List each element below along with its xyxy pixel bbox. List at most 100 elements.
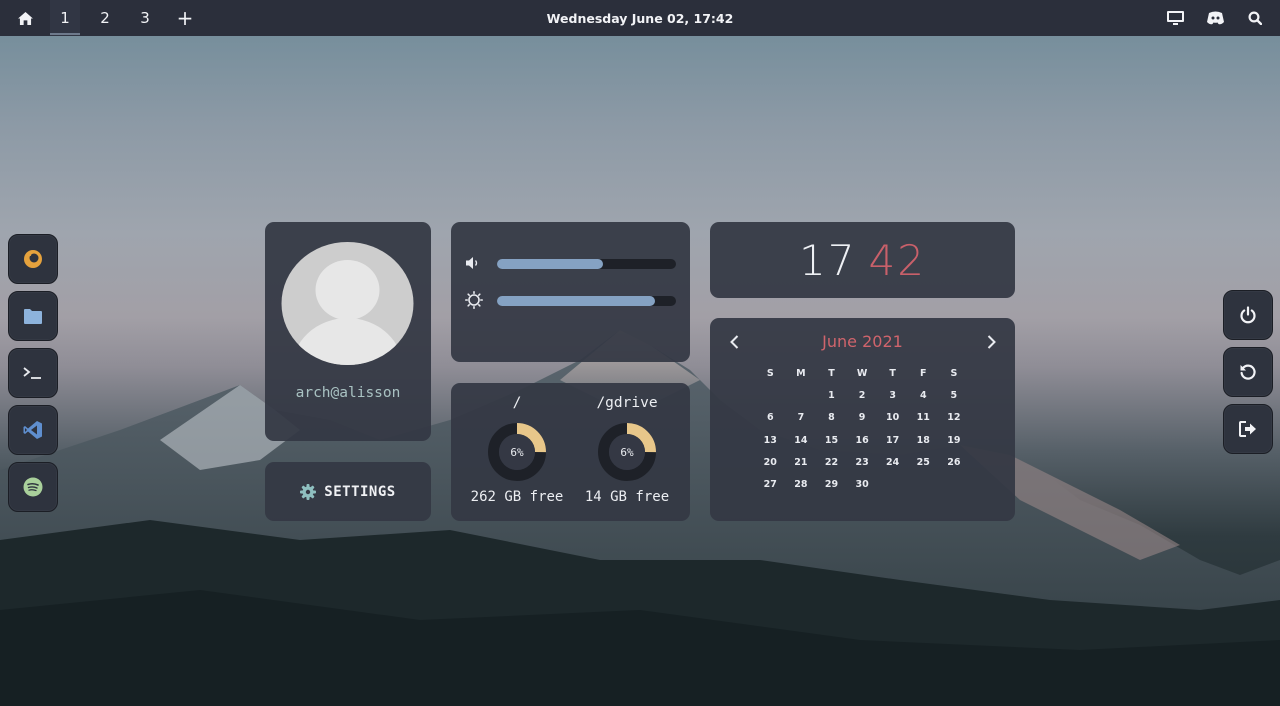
calendar-day[interactable]: 1	[816, 390, 847, 401]
brightness-slider-fill	[497, 296, 655, 306]
username-label: arch@alisson	[295, 385, 401, 401]
clock-card: 17 42	[710, 222, 1015, 298]
weekday-label: S	[766, 367, 774, 379]
calendar-day[interactable]: 28	[786, 479, 817, 490]
volume-slider[interactable]	[497, 259, 676, 269]
chevron-right-icon	[987, 335, 996, 349]
disk-mount-label: /	[512, 395, 522, 411]
weekday-label: T	[889, 367, 896, 379]
power-icon	[1240, 306, 1256, 324]
disk-usage-ring: 6%	[488, 423, 546, 481]
user-avatar-icon	[281, 242, 414, 365]
calendar-grid: S M T W T F S 1 2 3 4 5 6 7 8 9 10 11 12…	[755, 362, 1014, 496]
settings-button[interactable]: SETTINGS	[265, 462, 431, 521]
logout-button[interactable]	[1223, 404, 1273, 454]
weekday-label: F	[920, 367, 927, 379]
calendar-day[interactable]: 14	[786, 435, 817, 446]
calendar-next-button[interactable]	[981, 331, 1001, 353]
monitor-icon	[1166, 10, 1184, 25]
volume-control	[465, 254, 676, 272]
calendar-day[interactable]: 21	[786, 457, 817, 468]
discord-button[interactable]	[1201, 0, 1229, 36]
workspace-2[interactable]: 2	[90, 0, 120, 36]
spotify-icon	[23, 477, 43, 497]
terminal-icon	[23, 367, 41, 379]
calendar-day[interactable]: 26	[939, 457, 970, 468]
gear-icon	[300, 483, 317, 500]
calendar-week-row: 1 2 3 4 5	[755, 384, 1014, 406]
disk-gdrive: /gdrive 6% 14 GB free	[572, 383, 682, 521]
disk-usage-ring: 6%	[598, 423, 656, 481]
home-button[interactable]	[10, 0, 40, 36]
calendar-day[interactable]: 19	[939, 435, 970, 446]
calendar-day[interactable]: 25	[908, 457, 939, 468]
calendar-day[interactable]: 8	[816, 412, 847, 423]
discord-icon	[1206, 11, 1224, 25]
calendar-day[interactable]: 3	[877, 390, 908, 401]
workspace-1[interactable]: 1	[50, 0, 80, 36]
firefox-icon	[24, 250, 42, 268]
calendar-day[interactable]: 22	[816, 457, 847, 468]
calendar-card: June 2021 S M T W T F S 1 2 3 4 5 6 7 8 …	[710, 318, 1015, 521]
weekday-label: S	[950, 367, 958, 379]
controls-card	[451, 222, 690, 362]
datetime[interactable]: Wednesday June 02, 17:42	[547, 11, 734, 26]
search-button[interactable]	[1241, 0, 1269, 36]
calendar-week-row: 20 21 22 23 24 25 26	[755, 451, 1014, 473]
calendar-day[interactable]: 11	[908, 412, 939, 423]
calendar-day[interactable]: 29	[816, 479, 847, 490]
calendar-day[interactable]: 30	[847, 479, 878, 490]
calendar-day[interactable]: 24	[877, 457, 908, 468]
search-icon	[1248, 11, 1262, 25]
calendar-day[interactable]: 7	[786, 412, 817, 423]
vscode-icon	[23, 421, 42, 439]
avatar	[281, 242, 414, 365]
calendar-day[interactable]: 9	[847, 412, 878, 423]
calendar-day[interactable]: 12	[939, 412, 970, 423]
top-bar: 1 2 3 + Wednesday June 02, 17:42	[0, 0, 1280, 36]
workspace-3[interactable]: 3	[130, 0, 160, 36]
disk-percent-label: 6%	[620, 446, 634, 459]
dock-terminal-button[interactable]	[8, 348, 58, 398]
calendar-day[interactable]: 17	[877, 435, 908, 446]
dock-vscode-button[interactable]	[8, 405, 58, 455]
calendar-day[interactable]: 27	[755, 479, 786, 490]
weekday-label: W	[856, 367, 868, 379]
weekday-label: M	[796, 367, 806, 379]
dock-files-button[interactable]	[8, 291, 58, 341]
clock-minutes: 42	[868, 235, 926, 285]
profile-card: arch@alisson	[265, 222, 431, 441]
calendar-week-row: 6 7 8 9 10 11 12	[755, 407, 1014, 429]
volume-slider-fill	[497, 259, 603, 269]
disk-percent-label: 6%	[510, 446, 524, 459]
calendar-day[interactable]: 13	[755, 435, 786, 446]
disk-root: / 6% 262 GB free	[462, 383, 572, 521]
logout-icon	[1239, 421, 1256, 437]
home-icon	[17, 11, 33, 25]
calendar-day[interactable]: 15	[816, 435, 847, 446]
calendar-month-title: June 2021	[822, 332, 903, 351]
brightness-icon[interactable]	[465, 291, 483, 309]
disk-usage-card: / 6% 262 GB free /gdrive 6% 14 GB free	[451, 383, 690, 521]
brightness-control	[465, 291, 676, 309]
disk-mount-label: /gdrive	[596, 395, 658, 411]
monitor-button[interactable]	[1161, 0, 1189, 36]
brightness-slider[interactable]	[497, 296, 676, 306]
power-button[interactable]	[1223, 290, 1273, 340]
volume-icon[interactable]	[465, 256, 481, 270]
calendar-day[interactable]: 5	[939, 390, 970, 401]
calendar-day[interactable]: 6	[755, 412, 786, 423]
calendar-day[interactable]: 20	[755, 457, 786, 468]
dock-firefox-button[interactable]	[8, 234, 58, 284]
calendar-day[interactable]: 16	[847, 435, 878, 446]
calendar-day[interactable]: 4	[908, 390, 939, 401]
calendar-weekday-row: S M T W T F S	[755, 362, 1014, 384]
disk-free-label: 14 GB free	[584, 489, 670, 505]
restart-button[interactable]	[1223, 347, 1273, 397]
calendar-day[interactable]: 2	[847, 390, 878, 401]
calendar-day[interactable]: 23	[847, 457, 878, 468]
calendar-day[interactable]: 10	[877, 412, 908, 423]
calendar-day[interactable]: 18	[908, 435, 939, 446]
dock-spotify-button[interactable]	[8, 462, 58, 512]
add-workspace-button[interactable]: +	[170, 0, 200, 36]
